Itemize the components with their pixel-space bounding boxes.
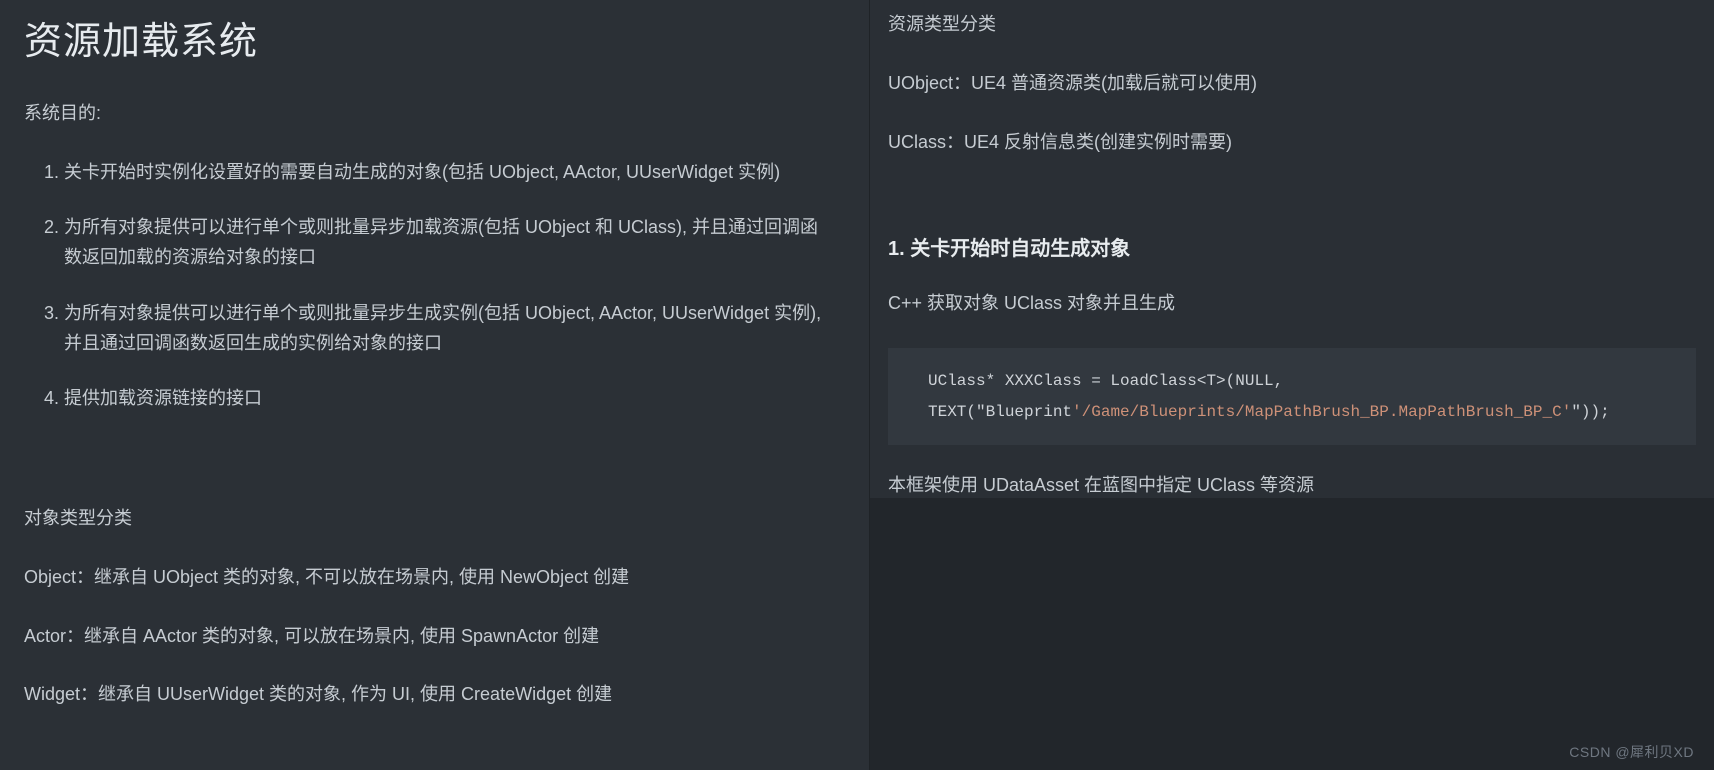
list-item: 为所有对象提供可以进行单个或则批量异步生成实例(包括 UObject, AAct… [64, 299, 845, 358]
object-type-item: Actor：继承自 AActor 类的对象, 可以放在场景内, 使用 Spawn… [24, 622, 845, 651]
after-code-note: 本框架使用 UDataAsset 在蓝图中指定 UClass 等资源 [888, 471, 1696, 500]
object-type-item: Widget：继承自 UUserWidget 类的对象, 作为 UI, 使用 C… [24, 680, 845, 709]
section-desc: C++ 获取对象 UClass 对象并且生成 [888, 289, 1696, 318]
object-type-item: Object：继承自 UObject 类的对象, 不可以放在场景内, 使用 Ne… [24, 563, 845, 592]
code-block: UClass* XXXClass = LoadClass<T>(NULL, TE… [888, 348, 1696, 445]
page-root: 资源加载系统 系统目的: 关卡开始时实例化设置好的需要自动生成的对象(包括 UO… [0, 0, 1714, 770]
code-text: UClass* XXXClass = LoadClass<T>(NULL, [928, 372, 1283, 390]
section-heading: 1. 关卡开始时自动生成对象 [888, 232, 1696, 261]
right-column: 资源类型分类 UObject：UE4 普通资源类(加载后就可以使用) UClas… [870, 0, 1714, 770]
code-text: TEXT("Blueprint [928, 403, 1072, 421]
code-text: ")); [1571, 403, 1609, 421]
goals-label: 系统目的: [24, 99, 845, 128]
resource-types-label: 资源类型分类 [888, 10, 1696, 39]
list-item: 为所有对象提供可以进行单个或则批量异步加载资源(包括 UObject 和 UCl… [64, 213, 845, 272]
right-column-empty [870, 498, 1714, 770]
right-column-content: 资源类型分类 UObject：UE4 普通资源类(加载后就可以使用) UClas… [870, 0, 1714, 554]
resource-type-item: UClass：UE4 反射信息类(创建实例时需要) [888, 128, 1696, 157]
code-string-literal: '/Game/Blueprints/MapPathBrush_BP.MapPat… [1072, 403, 1571, 421]
watermark: CSDN @犀利贝XD [1569, 742, 1694, 762]
left-column: 资源加载系统 系统目的: 关卡开始时实例化设置好的需要自动生成的对象(包括 UO… [0, 0, 870, 770]
list-item: 提供加载资源链接的接口 [64, 384, 845, 414]
page-title: 资源加载系统 [24, 10, 845, 65]
object-types-label: 对象类型分类 [24, 504, 845, 533]
goals-list: 关卡开始时实例化设置好的需要自动生成的对象(包括 UObject, AActor… [24, 158, 845, 414]
resource-type-item: UObject：UE4 普通资源类(加载后就可以使用) [888, 69, 1696, 98]
code-line: UClass* XXXClass = LoadClass<T>(NULL, [928, 366, 1668, 396]
code-line: TEXT("Blueprint'/Game/Blueprints/MapPath… [928, 397, 1668, 427]
list-item: 关卡开始时实例化设置好的需要自动生成的对象(包括 UObject, AActor… [64, 158, 845, 188]
